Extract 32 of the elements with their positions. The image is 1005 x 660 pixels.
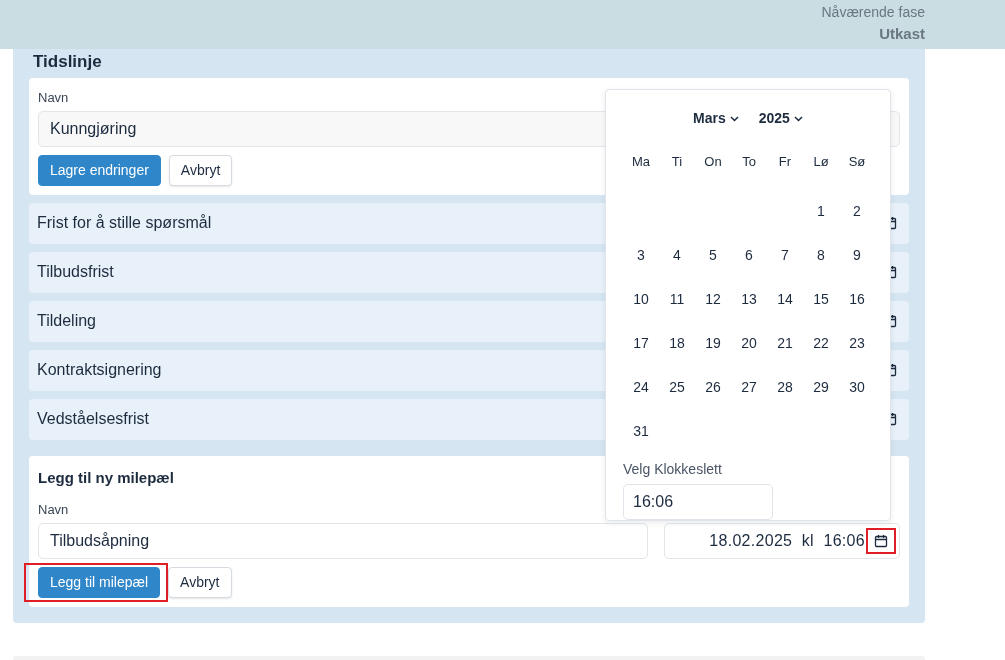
submit-button[interactable]: Lagre endringer — [38, 154, 161, 186]
calendar-icon[interactable] — [869, 530, 893, 551]
milestone-name: Tilbudsfrist — [37, 262, 114, 282]
milestone-name: Kontraktsignering — [37, 360, 162, 380]
field-label: Navn — [38, 89, 69, 107]
year-dropdown[interactable]: 2025 — [756, 108, 805, 129]
submit-button[interactable]: Legg til milepæl — [38, 566, 161, 598]
weekday-label: Sø — [848, 153, 866, 171]
phase-label: Nåværende fase — [821, 3, 925, 22]
date-field[interactable]: 18.02.2025 kl 16:06 — [664, 522, 900, 559]
month-dropdown[interactable]: Mars — [691, 108, 741, 129]
milestone-name: Vedståelsesfrist — [37, 409, 150, 429]
cancel-button[interactable]: Avbryt — [168, 566, 232, 598]
section-title: Tidslinje — [33, 52, 102, 72]
field-label: Navn — [38, 501, 69, 519]
date-value: 18.02.2025 kl 16:06 — [709, 530, 865, 551]
name-field[interactable]: Tilbudsåpning — [38, 522, 648, 559]
chevron-icon — [793, 115, 803, 122]
form-title: Legg til ny milepæl — [38, 467, 174, 488]
weekday-label: Ma — [631, 153, 651, 171]
milestone-name: Tildeling — [37, 311, 96, 331]
weekday-label: On — [704, 153, 722, 171]
weekday-label: Lø — [813, 153, 829, 171]
cancel-button[interactable]: Avbryt — [168, 154, 233, 186]
time-label: Velg Klokkeslett — [623, 460, 723, 479]
weekday-label: Ti — [671, 153, 683, 171]
phase-value: Utkast — [879, 24, 925, 44]
weekday-label: Fr — [778, 153, 792, 171]
milestone-name: Frist for å stille spørsmål — [37, 213, 212, 233]
time-field[interactable]: 16:06 — [623, 484, 773, 520]
chevron-icon — [729, 115, 739, 122]
weekday-label: To — [742, 153, 756, 171]
